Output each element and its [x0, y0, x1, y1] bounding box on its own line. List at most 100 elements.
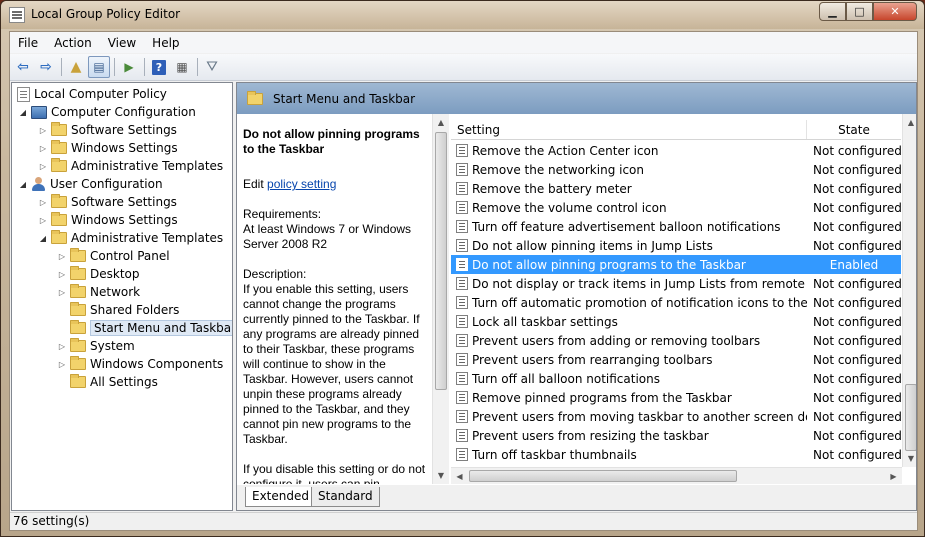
table-row[interactable]: Do not allow pinning items in Jump Lists…: [451, 236, 902, 255]
tree-node-uc-software-settings[interactable]: ▷ Software Settings: [38, 193, 177, 211]
tab-standard[interactable]: Standard: [311, 487, 380, 507]
table-row[interactable]: Prevent users from moving taskbar to ano…: [451, 407, 902, 426]
table-row[interactable]: Remove the volume control icon Not config…: [451, 198, 902, 217]
scroll-thumb[interactable]: [905, 384, 916, 451]
setting-name: Turn off feature advertisement balloon n…: [472, 219, 781, 234]
export-list-icon: ▶: [124, 60, 134, 74]
tree-node-label: System: [90, 339, 135, 353]
minimize-button[interactable]: ▁: [819, 2, 846, 21]
scroll-thumb[interactable]: [435, 132, 447, 390]
table-row[interactable]: Turn off all balloon notifications Not co…: [451, 369, 902, 388]
list-vertical-scrollbar[interactable]: ▲ ▼: [902, 114, 916, 467]
table-row[interactable]: Remove the Action Center icon Not configu…: [451, 141, 902, 160]
scroll-thumb[interactable]: [469, 470, 737, 482]
expand-triangle-icon[interactable]: ▷: [38, 198, 48, 207]
table-row[interactable]: Remove the networking icon Not configured: [451, 160, 902, 179]
show-hide-tree-button[interactable]: ▤: [88, 56, 110, 78]
expand-triangle-icon[interactable]: ▷: [57, 252, 67, 261]
scroll-right-arrow-icon[interactable]: ▶: [885, 468, 902, 484]
expand-triangle-icon[interactable]: ▷: [57, 360, 67, 369]
title-bar[interactable]: Local Group Policy Editor ▁ □ ✕: [1, 1, 924, 29]
show-extended-view-button[interactable]: ▦: [171, 56, 193, 78]
scroll-up-arrow-icon[interactable]: ▲: [433, 114, 449, 131]
edit-line: Edit policy setting: [243, 177, 431, 192]
column-header-state[interactable]: State: [807, 120, 901, 139]
setting-name-cell: Prevent users from adding or removing to…: [451, 334, 807, 348]
tree-node-desktop[interactable]: ▷ Desktop: [57, 265, 140, 283]
scroll-left-arrow-icon[interactable]: ◀: [451, 468, 468, 484]
expand-triangle-icon[interactable]: ▷: [38, 144, 48, 153]
forward-arrow-icon: ⇨: [40, 59, 52, 75]
expand-triangle-icon[interactable]: ▷: [38, 126, 48, 135]
maximize-button[interactable]: □: [846, 2, 873, 21]
policy-setting-icon: [456, 391, 468, 404]
menu-bar: File Action View Help: [10, 32, 917, 53]
list-horizontal-scrollbar[interactable]: ◀ ▶: [451, 467, 902, 484]
expand-triangle-icon[interactable]: ▷: [57, 288, 67, 297]
forward-button[interactable]: ⇨: [35, 56, 57, 78]
table-row[interactable]: Turn off feature advertisement balloon n…: [451, 217, 902, 236]
scroll-down-arrow-icon[interactable]: ▼: [433, 467, 449, 484]
expand-triangle-icon[interactable]: ▷: [38, 216, 48, 225]
back-button[interactable]: ⇦: [12, 56, 34, 78]
collapse-triangle-icon[interactable]: ◢: [18, 180, 28, 189]
expand-triangle-icon[interactable]: ▷: [57, 342, 67, 351]
table-row[interactable]: Remove pinned programs from the Taskbar N…: [451, 388, 902, 407]
tree-node-uc-windows-settings[interactable]: ▷ Windows Settings: [38, 211, 178, 229]
tree-node-computer-configuration[interactable]: ◢ Computer Configuration: [18, 103, 196, 121]
setting-state: Not configured: [813, 238, 902, 253]
scroll-up-arrow-icon[interactable]: ▲: [903, 114, 916, 131]
policy-setting-icon: [456, 144, 468, 157]
table-row[interactable]: Lock all taskbar settings Not configured: [451, 312, 902, 331]
menu-help[interactable]: Help: [144, 36, 187, 50]
folder-icon: [70, 320, 86, 334]
table-row[interactable]: Do not allow pinning programs to the Tas…: [451, 255, 901, 274]
tree-node-control-panel[interactable]: ▷ Control Panel: [57, 247, 170, 265]
export-list-button[interactable]: ▶: [118, 56, 140, 78]
toolbar-separator: [114, 58, 115, 76]
description-scrollbar[interactable]: ▲ ▼: [432, 114, 449, 484]
table-row[interactable]: Turn off automatic promotion of notifica…: [451, 293, 902, 312]
setting-state: Not configured: [813, 371, 902, 386]
toolbar-separator: [197, 58, 198, 76]
table-row[interactable]: Prevent users from adding or removing to…: [451, 331, 902, 350]
tree-node-user-configuration[interactable]: ◢ User Configuration: [18, 175, 163, 193]
pane-header: Start Menu and Taskbar: [237, 83, 916, 114]
tree-node-uc-administrative-templates[interactable]: ◢ Administrative Templates: [38, 229, 223, 247]
tree-node-all-settings[interactable]: All Settings: [67, 373, 158, 391]
tree-node-start-menu-and-taskbar[interactable]: Start Menu and Taskbar: [67, 319, 232, 337]
expand-triangle-icon[interactable]: ▷: [57, 270, 67, 279]
table-row[interactable]: Prevent users from resizing the taskbar N…: [451, 426, 902, 445]
tree-node-system[interactable]: ▷ System: [57, 337, 135, 355]
table-row[interactable]: Remove the battery meter Not configured: [451, 179, 902, 198]
tree-node-label: User Configuration: [50, 177, 163, 191]
table-row[interactable]: Prevent users from rearranging toolbars N…: [451, 350, 902, 369]
menu-view[interactable]: View: [100, 36, 144, 50]
tree-node-local-computer-policy[interactable]: Local Computer Policy: [14, 85, 167, 103]
extended-description: Do not allow pinning programs to the Tas…: [237, 114, 447, 484]
setting-state: Enabled: [829, 257, 879, 272]
tree-node-shared-folders[interactable]: Shared Folders: [67, 301, 179, 319]
column-header-setting[interactable]: Setting: [451, 120, 807, 139]
tree-node-windows-components[interactable]: ▷ Windows Components: [57, 355, 223, 373]
menu-action[interactable]: Action: [46, 36, 100, 50]
table-row[interactable]: Turn off taskbar thumbnails Not configure…: [451, 445, 902, 464]
filter-button[interactable]: ⛛: [201, 56, 223, 78]
collapse-triangle-icon[interactable]: ◢: [18, 108, 28, 117]
help-button[interactable]: ?: [148, 56, 170, 78]
menu-file[interactable]: File: [10, 36, 46, 50]
close-button[interactable]: ✕: [873, 2, 917, 21]
tree-node-cc-windows-settings[interactable]: ▷ Windows Settings: [38, 139, 178, 157]
up-one-level-button[interactable]: ▲: [65, 56, 87, 78]
table-row[interactable]: Do not display or track items in Jump Li…: [451, 274, 902, 293]
tree-node-cc-software-settings[interactable]: ▷ Software Settings: [38, 121, 177, 139]
tree-node-network[interactable]: ▷ Network: [57, 283, 140, 301]
expand-triangle-icon[interactable]: ▷: [38, 162, 48, 171]
tree-node-cc-administrative-templates[interactable]: ▷ Administrative Templates: [38, 157, 223, 175]
edit-policy-setting-link[interactable]: policy setting: [267, 177, 336, 191]
scroll-down-arrow-icon[interactable]: ▼: [903, 450, 916, 467]
setting-name: Prevent users from adding or removing to…: [472, 333, 761, 348]
collapse-triangle-icon[interactable]: ◢: [38, 234, 48, 243]
tab-extended[interactable]: Extended: [245, 487, 316, 507]
tree-node-label: Start Menu and Taskbar: [90, 320, 232, 336]
